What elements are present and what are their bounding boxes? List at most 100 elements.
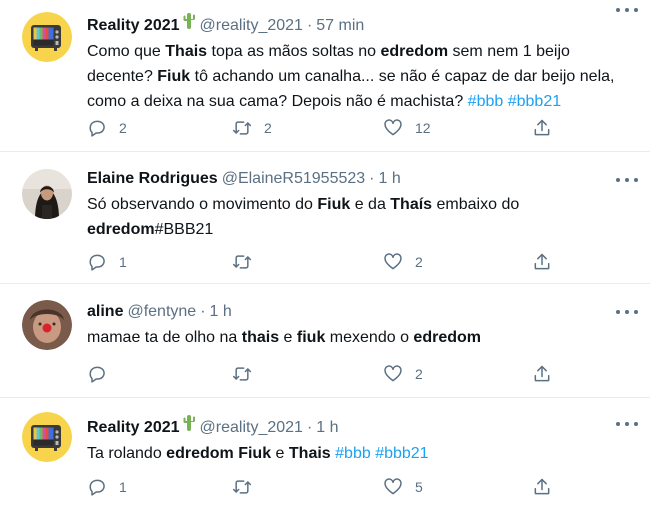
reply-button[interactable]: 1 bbox=[87, 251, 127, 273]
highlighted-term: edredom bbox=[87, 221, 155, 238]
reply-icon bbox=[89, 120, 105, 137]
share-icon bbox=[534, 253, 550, 270]
tweet-actions: 2 2 12 bbox=[87, 117, 557, 139]
user-handle[interactable]: @reality_2021 bbox=[200, 418, 303, 438]
highlighted-term: Thaís bbox=[390, 196, 433, 213]
share-button[interactable] bbox=[532, 476, 552, 498]
text-segment: Ta rolando bbox=[87, 445, 167, 462]
timestamp[interactable]: 1 h bbox=[210, 302, 232, 322]
tv-icon bbox=[22, 412, 72, 462]
tweet[interactable]: Elaine Rodrigues @ElaineR51955523 · 1 h … bbox=[0, 152, 650, 284]
tweet-header: Reality 2021 @reality_2021 · 1 h bbox=[87, 414, 634, 438]
like-button[interactable]: 12 bbox=[383, 117, 431, 139]
cactus-icon bbox=[182, 414, 196, 432]
retweet-button[interactable] bbox=[232, 251, 264, 273]
share-button[interactable] bbox=[532, 363, 552, 385]
separator: · bbox=[306, 17, 313, 34]
user-handle[interactable]: @ElaineR51955523 bbox=[222, 169, 365, 189]
display-name[interactable]: Reality 2021 bbox=[87, 16, 180, 36]
like-count: 2 bbox=[415, 254, 423, 270]
text-segment: mamae ta de olho na bbox=[87, 329, 242, 346]
tweet-actions: 1 5 bbox=[87, 476, 557, 498]
reply-icon bbox=[89, 254, 105, 271]
share-icon bbox=[534, 478, 550, 495]
timestamp[interactable]: 1 h bbox=[379, 169, 401, 189]
text-segment: e da bbox=[350, 196, 391, 213]
like-button[interactable]: 2 bbox=[383, 363, 423, 385]
text-segment: Só observando o movimento do bbox=[87, 196, 318, 213]
separator: · bbox=[200, 303, 206, 320]
retweet-button[interactable] bbox=[232, 476, 264, 498]
reply-icon bbox=[89, 366, 105, 383]
tweet[interactable]: Reality 2021 @reality_2021 · 1 h Ta rola… bbox=[0, 398, 650, 506]
text-segment: e bbox=[279, 329, 297, 346]
share-button[interactable] bbox=[532, 251, 552, 273]
reply-button[interactable]: 2 bbox=[87, 117, 127, 139]
text-segment: e bbox=[271, 445, 289, 462]
hashtag-link[interactable]: #bbb bbox=[468, 93, 504, 110]
like-button[interactable]: 2 bbox=[383, 251, 423, 273]
highlighted-term: thais bbox=[241, 329, 280, 346]
reply-count: 1 bbox=[119, 254, 127, 270]
timestamp[interactable]: 1 h bbox=[316, 418, 338, 438]
tweet-feed: Reality 2021 @reality_2021 · 57 min Como… bbox=[0, 0, 650, 506]
retweet-button[interactable]: 2 bbox=[232, 117, 272, 139]
highlighted-term: Fiuk bbox=[317, 196, 351, 213]
tweet-text: Só observando o movimento do Fiuk e da T… bbox=[87, 192, 634, 242]
tweet[interactable]: Reality 2021 @reality_2021 · 57 min Como… bbox=[0, 0, 650, 152]
like-count: 12 bbox=[415, 120, 431, 136]
reply-count: 2 bbox=[119, 120, 127, 136]
highlighted-term: edredom bbox=[166, 445, 234, 462]
tweet-header: aline @fentyne · 1 h bbox=[87, 302, 634, 322]
hashtag-link[interactable]: #bbb21 bbox=[375, 445, 428, 462]
heart-icon bbox=[384, 365, 402, 382]
display-name[interactable]: aline bbox=[87, 302, 123, 322]
share-button[interactable] bbox=[532, 117, 552, 139]
like-count: 2 bbox=[415, 366, 423, 382]
user-handle[interactable]: @reality_2021 bbox=[200, 16, 303, 36]
like-button[interactable]: 5 bbox=[383, 476, 423, 498]
reply-button[interactable] bbox=[87, 363, 119, 385]
avatar[interactable] bbox=[22, 300, 72, 350]
hashtag-link[interactable]: #bbb21 bbox=[508, 93, 561, 110]
retweet-icon bbox=[232, 255, 252, 269]
more-options-icon[interactable] bbox=[616, 2, 638, 18]
text-segment: Como que bbox=[87, 43, 166, 60]
tweet[interactable]: aline @fentyne · 1 h mamae ta de olho na… bbox=[0, 284, 650, 398]
cactus-icon bbox=[182, 12, 196, 30]
avatar[interactable] bbox=[22, 169, 72, 219]
like-count: 5 bbox=[415, 479, 423, 495]
display-name[interactable]: Elaine Rodrigues bbox=[87, 169, 218, 189]
display-name[interactable]: Reality 2021 bbox=[87, 418, 180, 438]
user-photo-icon bbox=[22, 300, 72, 350]
user-photo-icon bbox=[22, 169, 72, 219]
avatar[interactable] bbox=[22, 412, 72, 462]
more-options-icon[interactable] bbox=[616, 172, 638, 188]
text-segment: mexendo o bbox=[325, 329, 414, 346]
highlighted-term: edredom bbox=[413, 329, 481, 346]
heart-icon bbox=[384, 478, 402, 495]
timestamp[interactable]: 57 min bbox=[316, 16, 364, 36]
tweet-text: Como que Thais topa as mãos soltas no ed… bbox=[87, 39, 634, 114]
text-segment: topa as mãos soltas no bbox=[207, 43, 381, 60]
tweet-text: Ta rolando edredom Fiuk e Thais #bbb #bb… bbox=[87, 441, 634, 466]
highlighted-term: edredom bbox=[380, 43, 449, 60]
heart-icon bbox=[384, 253, 402, 270]
highlighted-term: Thais bbox=[288, 445, 331, 462]
retweet-icon bbox=[232, 480, 252, 494]
more-options-icon[interactable] bbox=[616, 416, 638, 432]
reply-count: 1 bbox=[119, 479, 127, 495]
hashtag-link[interactable]: #bbb bbox=[335, 445, 371, 462]
tweet-header: Elaine Rodrigues @ElaineR51955523 · 1 h bbox=[87, 169, 634, 189]
tweet-text: mamae ta de olho na thais e fiuk mexendo… bbox=[87, 325, 634, 350]
avatar[interactable] bbox=[22, 12, 72, 62]
separator: · bbox=[369, 170, 375, 187]
retweet-count: 2 bbox=[264, 120, 272, 136]
tweet-actions: 2 bbox=[87, 363, 557, 385]
tweet-actions: 1 2 bbox=[87, 251, 557, 273]
user-handle[interactable]: @fentyne bbox=[127, 302, 196, 322]
retweet-icon bbox=[232, 121, 252, 135]
retweet-button[interactable] bbox=[232, 363, 264, 385]
more-options-icon[interactable] bbox=[616, 304, 638, 320]
reply-button[interactable]: 1 bbox=[87, 476, 127, 498]
